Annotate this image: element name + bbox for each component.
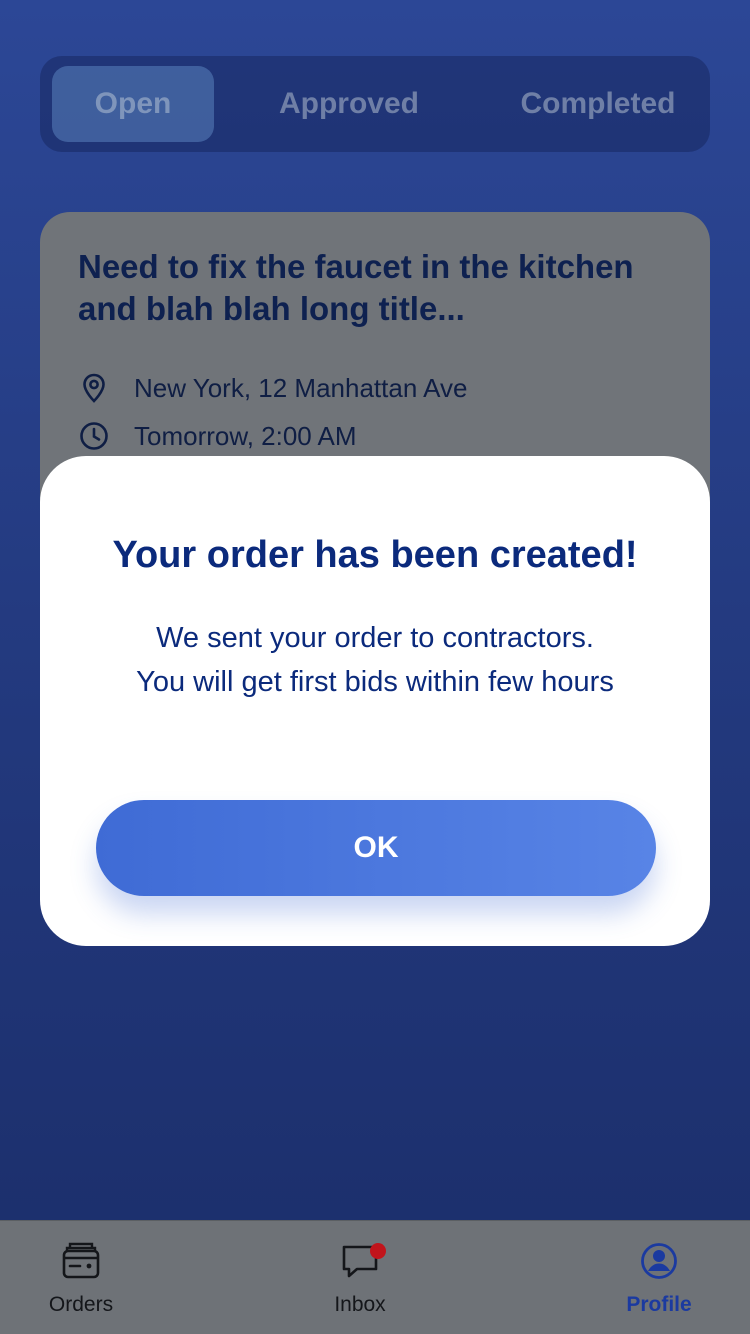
bottom-tab-bar: Orders Inbox Profile bbox=[0, 1220, 750, 1334]
order-location-row: New York, 12 Manhattan Ave bbox=[78, 372, 467, 404]
tabbar-item-orders[interactable]: Orders bbox=[11, 1239, 151, 1329]
user-circle-icon bbox=[641, 1243, 677, 1279]
unread-badge bbox=[370, 1243, 386, 1259]
tabbar-item-inbox[interactable]: Inbox bbox=[290, 1239, 430, 1329]
location-pin-icon bbox=[83, 373, 105, 403]
orders-screen: Open Approved Completed Need to fix the … bbox=[0, 0, 750, 1334]
order-title: Need to fix the faucet in the kitchen an… bbox=[78, 248, 634, 327]
order-created-dialog: Your order has been created! We sent you… bbox=[40, 456, 710, 946]
tab-completed[interactable]: Completed bbox=[498, 66, 698, 142]
order-status-tabs: Open Approved Completed bbox=[40, 56, 710, 152]
dialog-message-line-2: You will get first bids within few hours bbox=[136, 666, 614, 698]
tabbar-label-orders: Orders bbox=[48, 1293, 114, 1316]
order-time-row: Tomorrow, 2:00 AM bbox=[78, 420, 357, 452]
tabbar-item-profile[interactable]: Profile bbox=[589, 1239, 729, 1329]
tab-open[interactable]: Open bbox=[52, 66, 214, 142]
clock-icon bbox=[80, 422, 108, 450]
dialog-title: Your order has been created! bbox=[112, 534, 638, 576]
wallet-icon bbox=[62, 1242, 100, 1279]
tabbar-label-profile: Profile bbox=[626, 1293, 692, 1316]
tab-approved[interactable]: Approved bbox=[214, 66, 484, 142]
order-time: Tomorrow, 2:00 AM bbox=[134, 420, 357, 451]
order-location: New York, 12 Manhattan Ave bbox=[134, 372, 468, 403]
dialog-message-line-1: We sent your order to contractors. bbox=[156, 622, 594, 654]
tabbar-label-inbox: Inbox bbox=[334, 1293, 386, 1316]
ok-button[interactable]: OK bbox=[96, 800, 656, 896]
dialog-message: We sent your order to contractors. You w… bbox=[40, 616, 710, 704]
